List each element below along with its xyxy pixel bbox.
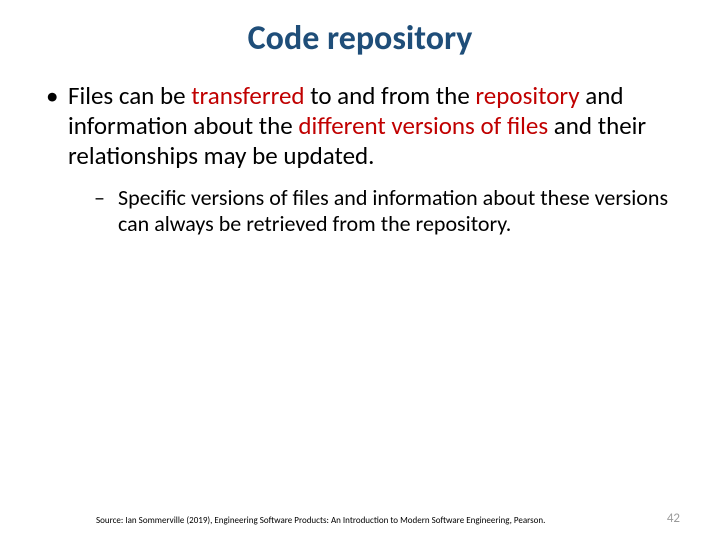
bullet1-seg2-red: transferred xyxy=(191,80,304,111)
bullet1-seg6-red: different versions of files xyxy=(298,110,548,141)
bullet1-seg4-red: repository xyxy=(475,80,579,111)
slide-footer: Source: Ian Sommerville (2019), Engineer… xyxy=(0,511,720,526)
bullet-list-level1: Files can be transferred to and from the… xyxy=(40,81,680,238)
bullet1-seg3: to and from the xyxy=(305,80,476,111)
slide: Code repository Files can be transferred… xyxy=(0,0,720,540)
bullet1-seg1: Files can be xyxy=(68,80,191,111)
bullet-item-1: Files can be transferred to and from the… xyxy=(40,81,680,238)
source-citation: Source: Ian Sommerville (2019), Engineer… xyxy=(96,515,545,526)
sub-bullet-1: Specific versions of files and informati… xyxy=(68,185,680,238)
page-number: 42 xyxy=(667,511,680,526)
slide-title: Code repository xyxy=(40,18,680,59)
bullet-list-level2: Specific versions of files and informati… xyxy=(68,185,680,238)
